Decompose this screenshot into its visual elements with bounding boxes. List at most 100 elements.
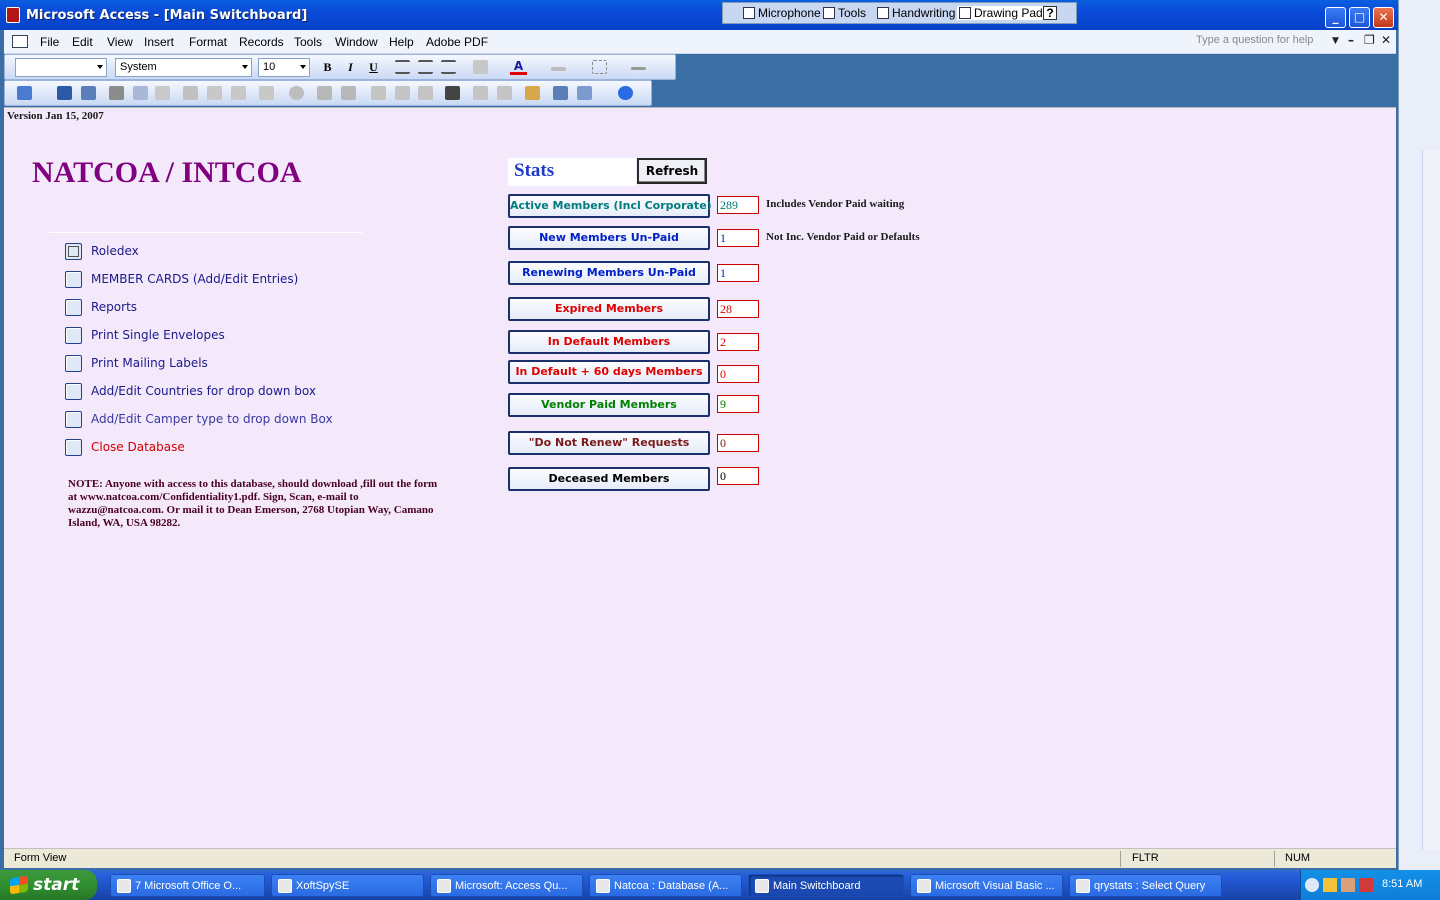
undo-icon[interactable]: [259, 86, 274, 100]
option-label-print-envelopes[interactable]: Print Single Envelopes: [91, 328, 225, 342]
menu-view[interactable]: View: [107, 35, 133, 49]
language-bar-help-button[interactable]: ?: [1043, 6, 1057, 20]
properties-icon[interactable]: [525, 86, 540, 100]
search-file-icon[interactable]: [81, 86, 96, 100]
bold-button[interactable]: B: [319, 59, 336, 76]
task-main-switchboard[interactable]: Main Switchboard: [748, 874, 904, 897]
tray-user-icon[interactable]: [1341, 878, 1355, 892]
option-label-member-cards[interactable]: MEMBER CARDS (Add/Edit Entries): [91, 272, 298, 286]
doc-minimize-button[interactable]: –: [1348, 33, 1354, 47]
paste-icon[interactable]: [231, 86, 246, 100]
vendor-paid-members-button[interactable]: Vendor Paid Members: [508, 393, 710, 417]
deceased-members-button[interactable]: Deceased Members: [508, 467, 710, 491]
new-members-unpaid-button[interactable]: New Members Un-Paid: [508, 226, 710, 250]
in-default-60-days-count[interactable]: 0: [717, 365, 759, 383]
do-not-renew-requests-button[interactable]: "Do Not Renew" Requests: [508, 431, 710, 455]
option-button-roledex[interactable]: [65, 243, 82, 260]
option-button-reports[interactable]: [65, 299, 82, 316]
option-label-close-database[interactable]: Close Database: [91, 440, 185, 454]
tools-button[interactable]: Tools: [823, 6, 866, 20]
new-record-icon[interactable]: [473, 86, 488, 100]
task-natcoa-database[interactable]: Natcoa : Database (A...: [589, 874, 742, 897]
underline-button[interactable]: U: [365, 59, 382, 76]
save-icon[interactable]: [57, 86, 72, 100]
task-qrystats-query[interactable]: qrystats : Select Query: [1069, 874, 1222, 897]
option-label-roledex[interactable]: Roledex: [91, 244, 139, 258]
delete-record-icon[interactable]: [497, 86, 512, 100]
do-not-renew-requests-count[interactable]: 0: [717, 434, 759, 452]
background-window-scrollbar[interactable]: [1422, 150, 1440, 850]
menu-file[interactable]: File: [40, 35, 59, 49]
active-members-button[interactable]: Active Members (Incl Corporate): [508, 194, 712, 218]
in-default-60-days-button[interactable]: In Default + 60 days Members: [508, 360, 710, 384]
option-label-mailing-labels[interactable]: Print Mailing Labels: [91, 356, 208, 370]
refresh-button[interactable]: Refresh: [637, 158, 707, 184]
menu-window[interactable]: Window: [335, 35, 378, 49]
menu-help[interactable]: Help: [389, 35, 414, 49]
menu-insert[interactable]: Insert: [144, 35, 174, 49]
option-label-edit-camper-type[interactable]: Add/Edit Camper type to drop down Box: [91, 412, 333, 426]
sort-descending-icon[interactable]: [341, 86, 356, 100]
option-label-reports[interactable]: Reports: [91, 300, 137, 314]
apply-filter-icon[interactable]: [418, 86, 433, 100]
option-button-member-cards[interactable]: [65, 271, 82, 288]
doc-close-button[interactable]: ✕: [1381, 33, 1391, 47]
option-button-print-envelopes[interactable]: [65, 327, 82, 344]
special-effect-icon[interactable]: [631, 67, 646, 70]
font-name-combo[interactable]: System: [115, 58, 252, 77]
font-color-button[interactable]: A: [510, 59, 527, 75]
help-dropdown-arrow-icon[interactable]: ▼: [1332, 36, 1339, 46]
align-center-icon[interactable]: [418, 60, 433, 74]
line-color-icon[interactable]: [551, 67, 566, 71]
task-office-group[interactable]: 7 Microsoft Office O...: [110, 874, 265, 897]
object-combo[interactable]: [15, 58, 107, 77]
deceased-members-count[interactable]: 0: [717, 467, 759, 485]
tray-expand-icon[interactable]: [1305, 878, 1319, 892]
expired-members-count[interactable]: 28: [717, 300, 759, 318]
option-button-close-database[interactable]: [65, 439, 82, 456]
database-window-icon[interactable]: [553, 86, 568, 100]
font-size-combo[interactable]: 10: [258, 58, 310, 77]
option-label-edit-countries[interactable]: Add/Edit Countries for drop down box: [91, 384, 316, 398]
task-xoftspy[interactable]: XoftSpySE: [271, 874, 424, 897]
option-button-edit-countries[interactable]: [65, 383, 82, 400]
in-default-members-count[interactable]: 2: [717, 333, 759, 351]
menu-tools[interactable]: Tools: [294, 35, 322, 49]
form-control-menu-icon[interactable]: [12, 35, 28, 48]
menu-adobe-pdf[interactable]: Adobe PDF: [426, 35, 488, 49]
sort-ascending-icon[interactable]: [317, 86, 332, 100]
align-left-icon[interactable]: [395, 60, 410, 74]
fill-color-icon[interactable]: [473, 60, 488, 74]
option-button-mailing-labels[interactable]: [65, 355, 82, 372]
renewing-members-unpaid-button[interactable]: Renewing Members Un-Paid: [508, 261, 710, 285]
hyperlink-icon[interactable]: [289, 86, 304, 100]
task-visual-basic[interactable]: Microsoft Visual Basic ...: [910, 874, 1063, 897]
menu-records[interactable]: Records: [239, 35, 284, 49]
spelling-icon[interactable]: [155, 86, 170, 100]
italic-button[interactable]: I: [342, 59, 359, 76]
copy-icon[interactable]: [207, 86, 222, 100]
handwriting-button[interactable]: Handwriting: [877, 6, 955, 20]
close-button[interactable]: ✕: [1373, 7, 1394, 28]
in-default-members-button[interactable]: In Default Members: [508, 330, 710, 354]
task-firefox-access-query[interactable]: Microsoft: Access Qu...: [430, 874, 583, 897]
border-width-icon[interactable]: [592, 60, 607, 74]
menu-format[interactable]: Format: [189, 35, 227, 49]
filter-by-selection-icon[interactable]: [371, 86, 386, 100]
start-button[interactable]: start: [0, 870, 97, 900]
print-icon[interactable]: [109, 86, 124, 100]
access-app-icon[interactable]: [6, 7, 20, 23]
new-members-unpaid-count[interactable]: 1: [717, 229, 759, 247]
tray-clock-app-icon[interactable]: [1323, 878, 1337, 892]
microphone-button[interactable]: Microphone: [743, 6, 821, 20]
ask-a-question-box[interactable]: Type a question for help: [1196, 34, 1346, 46]
find-icon[interactable]: [445, 86, 460, 100]
print-preview-icon[interactable]: [133, 86, 148, 100]
align-right-icon[interactable]: [441, 60, 456, 74]
taskbar-clock[interactable]: 8:51 AM: [1382, 878, 1422, 890]
doc-restore-button[interactable]: ❐: [1364, 33, 1375, 47]
view-icon[interactable]: [17, 86, 32, 100]
filter-by-form-icon[interactable]: [395, 86, 410, 100]
active-members-count[interactable]: 289: [717, 196, 759, 214]
cut-icon[interactable]: [183, 86, 198, 100]
